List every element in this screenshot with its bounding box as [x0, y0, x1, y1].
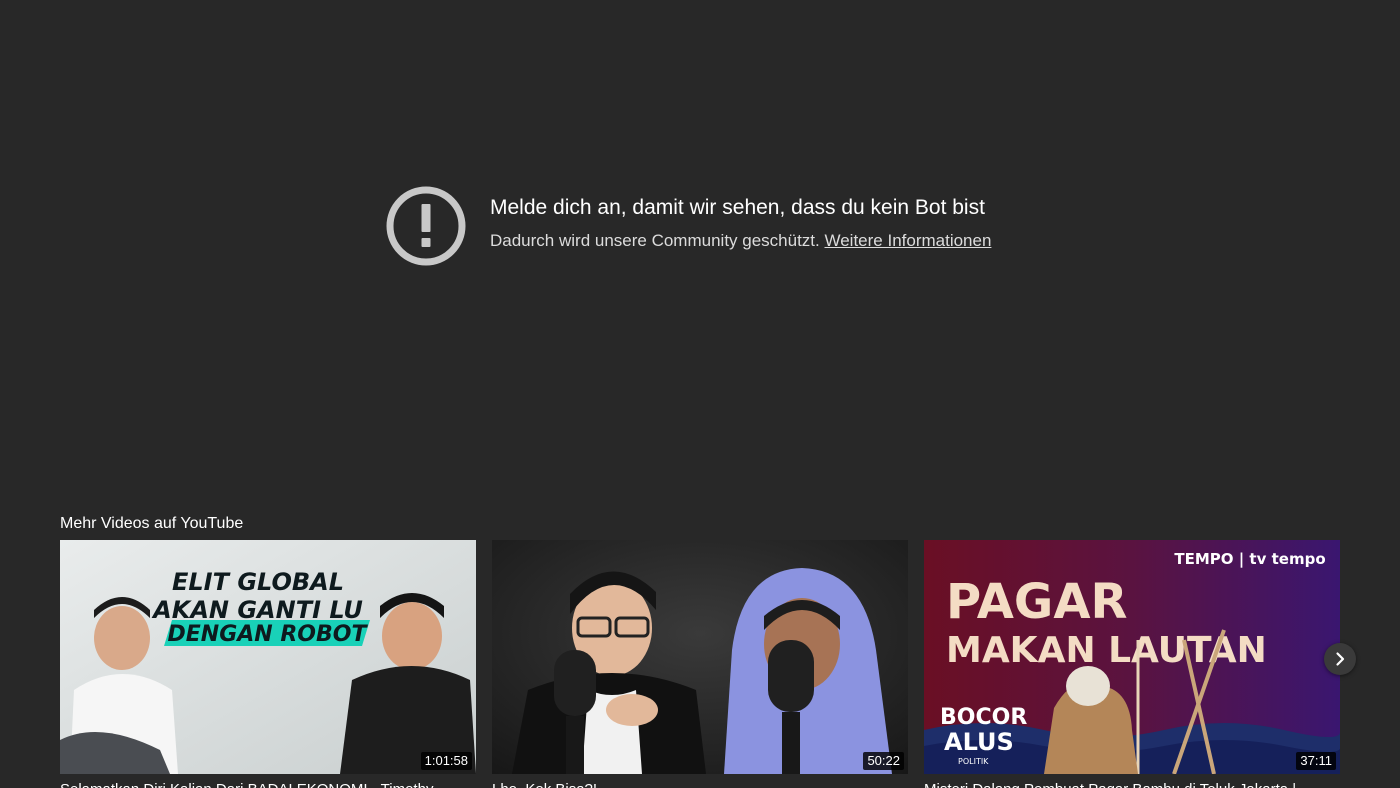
- bot-check-subtitle-text: Dadurch wird unsere Community geschützt.: [490, 231, 820, 250]
- video-card[interactable]: ELIT GLOBAL AKAN GANTI LU DENGAN ROBOT 1…: [60, 540, 476, 788]
- thumb-brand: TEMPO | tv tempo: [1174, 550, 1325, 569]
- bot-check-text: Melde dich an, damit wir sehen, dass du …: [490, 194, 991, 252]
- carousel-next-button[interactable]: [1324, 643, 1356, 675]
- video-thumbnail[interactable]: TEMPO | tv tempo PAGAR MAKAN LAUTAN BOCO…: [924, 540, 1340, 774]
- video-title[interactable]: Selamatkan Diri Kalian Dari BADAI EKONOM…: [60, 780, 476, 788]
- thumb-text-1: ELIT GLOBAL: [172, 568, 344, 596]
- bot-check-subtitle: Dadurch wird unsere Community geschützt.…: [490, 230, 991, 252]
- video-title[interactable]: Misteri Dalang Pembuat Pagar Bambu di Te…: [924, 780, 1340, 788]
- learn-more-link[interactable]: Weitere Informationen: [824, 231, 991, 250]
- thumb-text-1: PAGAR: [946, 574, 1127, 630]
- bot-check-title: Melde dich an, damit wir sehen, dass du …: [490, 196, 985, 219]
- video-card[interactable]: TEMPO | tv tempo PAGAR MAKAN LAUTAN BOCO…: [924, 540, 1340, 788]
- exclamation-circle-icon: [386, 186, 466, 266]
- thumb-text-2: AKAN GANTI LU: [151, 596, 363, 624]
- video-thumbnail[interactable]: 50:22: [492, 540, 908, 774]
- video-duration: 37:11: [1296, 752, 1336, 770]
- embed-player-page: Melde dich an, damit wir sehen, dass du …: [0, 0, 1400, 788]
- chevron-right-icon: [1336, 652, 1345, 666]
- video-title[interactable]: Lho, Kok Bisa?!: [492, 780, 908, 788]
- video-duration: 50:22: [863, 752, 904, 770]
- video-card[interactable]: 50:22 Lho, Kok Bisa?!: [492, 540, 908, 788]
- more-videos-carousel: ELIT GLOBAL AKAN GANTI LU DENGAN ROBOT 1…: [60, 540, 1340, 788]
- thumb-text-3: DENGAN ROBOT: [168, 622, 369, 647]
- thumb-logo-2: ALUS: [944, 728, 1014, 756]
- video-duration: 1:01:58: [420, 752, 472, 770]
- video-thumbnail[interactable]: ELIT GLOBAL AKAN GANTI LU DENGAN ROBOT 1…: [60, 540, 476, 774]
- bot-check-message: Melde dich an, damit wir sehen, dass du …: [386, 186, 991, 266]
- thumb-logo-1: BOCOR: [940, 705, 1027, 730]
- thumb-logo-3: POLITIK: [958, 757, 989, 766]
- more-videos-heading: Mehr Videos auf YouTube: [60, 515, 244, 532]
